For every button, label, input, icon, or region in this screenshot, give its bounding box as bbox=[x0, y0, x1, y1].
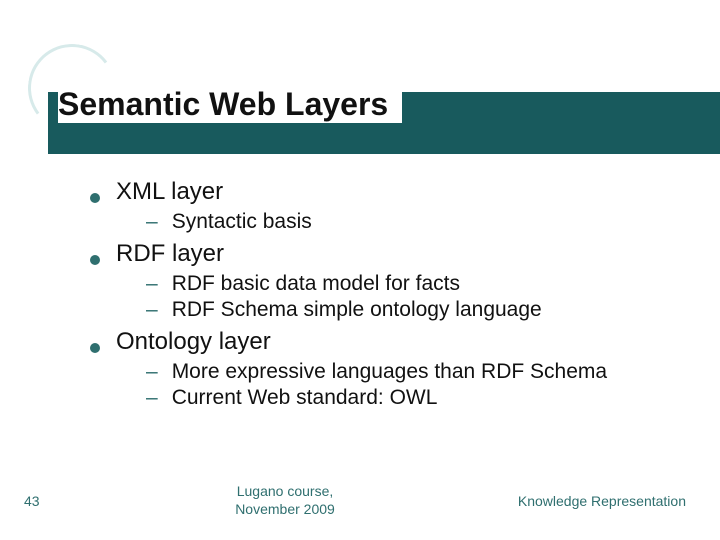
bullet-label: Ontology layer bbox=[116, 328, 271, 356]
sub-bullet: – Current Web standard: OWL bbox=[146, 386, 680, 410]
dash-icon: – bbox=[146, 272, 158, 296]
dash-icon: – bbox=[146, 360, 158, 384]
bullet-label: XML layer bbox=[116, 178, 223, 206]
dash-icon: – bbox=[146, 386, 158, 410]
disc-icon bbox=[90, 255, 100, 265]
footer-center: Lugano course, November 2009 bbox=[60, 483, 510, 518]
footer-center-line2: November 2009 bbox=[235, 501, 335, 517]
bullet-rdf: RDF layer bbox=[90, 240, 680, 268]
disc-icon bbox=[90, 343, 100, 353]
bullet-xml: XML layer bbox=[90, 178, 680, 206]
dash-icon: – bbox=[146, 210, 158, 234]
slide-title: Semantic Web Layers bbox=[58, 86, 402, 123]
sub-bullet-label: RDF basic data model for facts bbox=[172, 272, 460, 296]
bullet-ontology: Ontology layer bbox=[90, 328, 680, 356]
sub-bullet: – Syntactic basis bbox=[146, 210, 680, 234]
sub-bullet: – More expressive languages than RDF Sch… bbox=[146, 360, 680, 384]
sub-bullet-label: Current Web standard: OWL bbox=[172, 386, 438, 410]
sub-bullet-label: More expressive languages than RDF Schem… bbox=[172, 360, 607, 384]
page-number: 43 bbox=[0, 493, 60, 509]
slide-footer: 43 Lugano course, November 2009 Knowledg… bbox=[0, 483, 720, 518]
sub-bullet: – RDF Schema simple ontology language bbox=[146, 298, 680, 322]
dash-icon: – bbox=[146, 298, 158, 322]
sub-bullet-label: Syntactic basis bbox=[172, 210, 312, 234]
slide-content: XML layer – Syntactic basis RDF layer – … bbox=[90, 178, 680, 416]
footer-right: Knowledge Representation bbox=[510, 493, 720, 509]
sub-bullet-label: RDF Schema simple ontology language bbox=[172, 298, 542, 322]
bullet-label: RDF layer bbox=[116, 240, 224, 268]
footer-center-line1: Lugano course, bbox=[237, 483, 334, 499]
sub-bullet: – RDF basic data model for facts bbox=[146, 272, 680, 296]
disc-icon bbox=[90, 193, 100, 203]
